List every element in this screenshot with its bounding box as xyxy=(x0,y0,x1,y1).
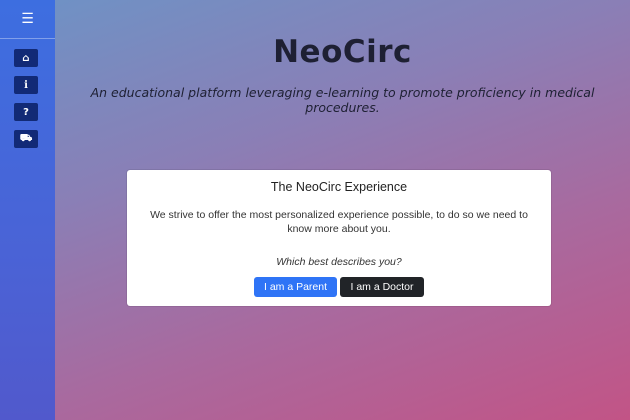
page-title: NeoCirc xyxy=(273,34,412,70)
question-icon: ? xyxy=(23,106,29,118)
doctor-button[interactable]: I am a Doctor xyxy=(340,277,424,297)
card-description: We strive to offer the most personalized… xyxy=(150,209,528,235)
home-icon: ⌂ xyxy=(22,52,30,64)
info-icon: i xyxy=(24,79,28,91)
card-question: Which best describes you? xyxy=(276,256,402,268)
ambulance-icon: ⛟ xyxy=(19,132,33,144)
sidebar: ☰ ⌂ i ? ⛟ xyxy=(0,0,55,420)
sidebar-divider xyxy=(0,38,55,39)
page: ☰ ⌂ i ? ⛟ NeoCirc An educational platfor… xyxy=(0,0,630,420)
sidebar-item-help[interactable]: ? xyxy=(14,103,38,121)
sidebar-item-home[interactable]: ⌂ xyxy=(14,49,38,67)
sidebar-item-ambulance[interactable]: ⛟ xyxy=(14,130,38,148)
experience-card: The NeoCirc Experience We strive to offe… xyxy=(127,170,551,306)
menu-toggle-icon[interactable]: ☰ xyxy=(0,0,55,38)
parent-button[interactable]: I am a Parent xyxy=(254,277,337,297)
card-title: The NeoCirc Experience xyxy=(270,180,408,194)
page-tagline: An educational platform leveraging e-lea… xyxy=(90,85,595,115)
sidebar-item-info[interactable]: i xyxy=(14,76,38,94)
